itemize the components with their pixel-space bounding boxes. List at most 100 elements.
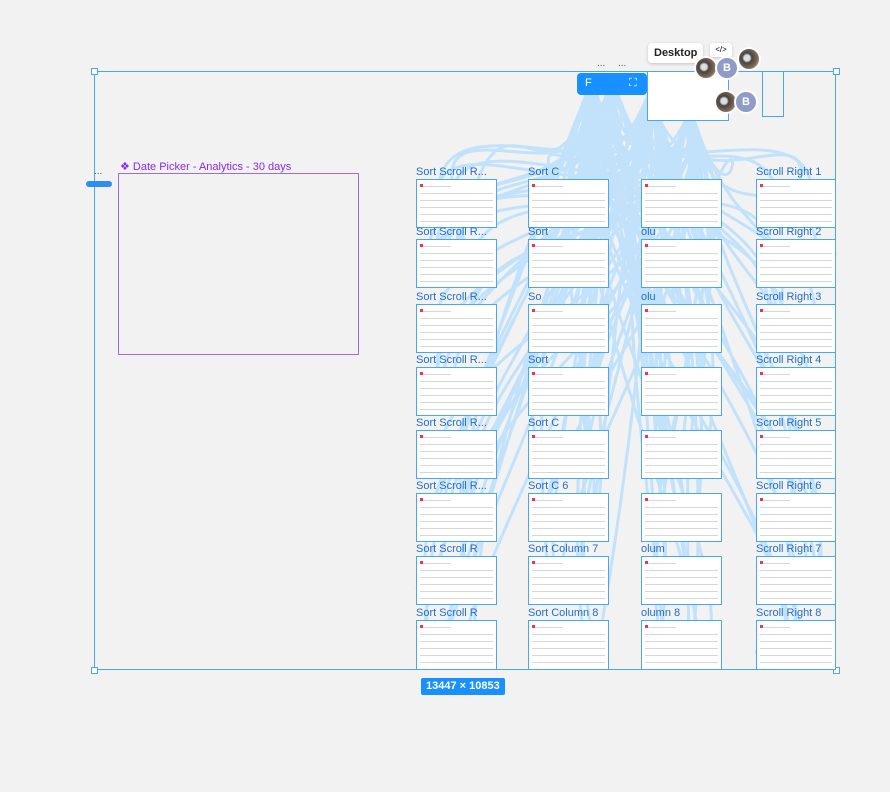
scroll-right-frame-label[interactable]: Scroll Right 3 — [756, 291, 821, 303]
sort-scroll-frame-label[interactable]: Sort Scroll R... — [416, 166, 487, 178]
column-frame[interactable] — [641, 556, 722, 605]
thumbnail-line — [532, 472, 605, 473]
column-frame[interactable] — [641, 430, 722, 479]
column-frame-label[interactable]: olu — [641, 291, 656, 303]
thumbnail-line — [420, 186, 451, 187]
column-frame[interactable] — [641, 620, 722, 670]
sort-column-frame[interactable] — [528, 239, 609, 288]
scroll-right-frame[interactable] — [756, 239, 836, 288]
sort-column-frame[interactable] — [528, 556, 609, 605]
scroll-right-frame-label[interactable]: Scroll Right 8 — [756, 607, 821, 619]
thumbnail-line — [420, 437, 451, 438]
thumbnail-logo — [532, 498, 535, 501]
sort-column-frame-label[interactable]: Sort C — [528, 166, 559, 178]
sort-column-frame-label[interactable]: Sort Column 7 — [528, 543, 598, 555]
thumbnail-line — [532, 374, 563, 375]
scroll-right-frame[interactable] — [756, 430, 836, 479]
collaborator-avatar-b[interactable]: B — [734, 90, 758, 114]
scroll-right-frame[interactable] — [756, 179, 836, 228]
scroll-right-frame-label[interactable]: Scroll Right 4 — [756, 354, 821, 366]
sort-scroll-frame[interactable] — [416, 556, 497, 605]
column-frame[interactable] — [641, 239, 722, 288]
collaborator-avatar-photo[interactable] — [737, 47, 761, 71]
frame-toolbar[interactable]: F ⛶ — [577, 73, 647, 95]
sort-scroll-frame[interactable] — [416, 367, 497, 416]
scroll-right-frame-label[interactable]: Scroll Right 6 — [756, 480, 821, 492]
thumbnail-line — [532, 207, 605, 208]
scroll-right-frame[interactable] — [756, 493, 836, 542]
thumbnail-line — [645, 627, 676, 628]
sort-column-frame[interactable] — [528, 493, 609, 542]
sort-scroll-frame[interactable] — [416, 304, 497, 353]
sort-scroll-frame[interactable] — [416, 239, 497, 288]
sort-scroll-frame-label[interactable]: Sort Scroll R — [416, 543, 478, 555]
scroll-right-frame-label[interactable]: Scroll Right 2 — [756, 226, 821, 238]
thumbnail-line — [760, 267, 832, 268]
column-frame-label[interactable]: olu — [641, 226, 656, 238]
sort-column-frame-label[interactable]: Sort C — [528, 417, 559, 429]
component-title[interactable]: ❖ Date Picker - Analytics - 30 days — [120, 160, 291, 173]
thumbnail-line — [760, 246, 790, 247]
thumbnail-line — [760, 662, 832, 663]
sort-column-frame-label[interactable]: Sort — [528, 354, 548, 366]
thumbnail-line — [420, 458, 493, 459]
column-frame[interactable] — [641, 304, 722, 353]
sort-scroll-frame[interactable] — [416, 620, 497, 670]
thumbnail-line — [760, 648, 832, 649]
column-frame[interactable] — [641, 367, 722, 416]
thumbnail-line — [760, 627, 790, 628]
resize-handle-top-left[interactable] — [91, 68, 98, 75]
scroll-right-frame-label[interactable]: Scroll Right 1 — [756, 166, 821, 178]
sort-scroll-frame-label[interactable]: Sort Scroll R... — [416, 480, 487, 492]
thumbnail-line — [760, 193, 832, 194]
scroll-right-frame[interactable] — [756, 367, 836, 416]
column-frame[interactable] — [641, 493, 722, 542]
thumbnail-line — [420, 591, 493, 592]
outline-rectangle[interactable] — [762, 71, 784, 117]
sort-scroll-frame[interactable] — [416, 430, 497, 479]
scroll-right-frame[interactable] — [756, 620, 836, 670]
thumbnail-line — [532, 193, 605, 194]
thumbnail-line — [532, 260, 605, 261]
resize-handle-top-right[interactable] — [833, 68, 840, 75]
thumbnail-line — [645, 591, 718, 592]
sort-column-frame-label[interactable]: Sort C 6 — [528, 480, 568, 492]
sort-column-frame-label[interactable]: Sort — [528, 226, 548, 238]
scroll-right-frame[interactable] — [756, 304, 836, 353]
connection-start-pill[interactable] — [86, 181, 112, 187]
code-icon[interactable]: </> — [710, 43, 732, 57]
sort-column-frame[interactable] — [528, 430, 609, 479]
sort-scroll-frame-label[interactable]: Sort Scroll R... — [416, 354, 487, 366]
scroll-right-frame-label[interactable]: Scroll Right 7 — [756, 543, 821, 555]
sort-column-frame[interactable] — [528, 620, 609, 670]
sort-column-frame[interactable] — [528, 367, 609, 416]
resize-handle-bottom-left[interactable] — [91, 667, 98, 674]
sort-scroll-frame[interactable] — [416, 493, 497, 542]
collaborator-avatar-b[interactable]: B — [715, 56, 739, 80]
column-frame-label[interactable]: olumn 8 — [641, 607, 680, 619]
sort-scroll-frame-label[interactable]: Sort Scroll R... — [416, 291, 487, 303]
design-canvas[interactable]: ❖ Date Picker - Analytics - 30 days ... … — [0, 0, 890, 792]
sort-scroll-frame[interactable] — [416, 179, 497, 228]
toolbar-overflow-dots-2[interactable]: ... — [618, 58, 626, 69]
sort-scroll-frame-label[interactable]: Sort Scroll R — [416, 607, 478, 619]
toolbar-overflow-dots-1[interactable]: ... — [597, 58, 605, 69]
scroll-right-frame-label[interactable]: Scroll Right 5 — [756, 417, 821, 429]
column-frame[interactable] — [641, 179, 722, 228]
sort-column-frame[interactable] — [528, 179, 609, 228]
sort-column-frame[interactable] — [528, 304, 609, 353]
thumbnail-line — [760, 458, 832, 459]
sort-column-frame-label[interactable]: Sort Column 8 — [528, 607, 598, 619]
thumbnail-line — [420, 267, 493, 268]
thumbnail-line — [532, 591, 605, 592]
thumbnail-line — [645, 332, 718, 333]
sort-scroll-frame-label[interactable]: Sort Scroll R... — [416, 226, 487, 238]
scroll-right-frame[interactable] — [756, 556, 836, 605]
sort-scroll-frame-label[interactable]: Sort Scroll R... — [416, 417, 487, 429]
sort-column-frame-label[interactable]: So — [528, 291, 541, 303]
frame-icon[interactable]: ⛶ — [629, 77, 637, 90]
column-frame-label[interactable]: olum — [641, 543, 665, 555]
component-frame[interactable] — [118, 173, 359, 355]
thumbnail-logo — [532, 561, 535, 564]
thumbnail-line — [760, 514, 832, 515]
